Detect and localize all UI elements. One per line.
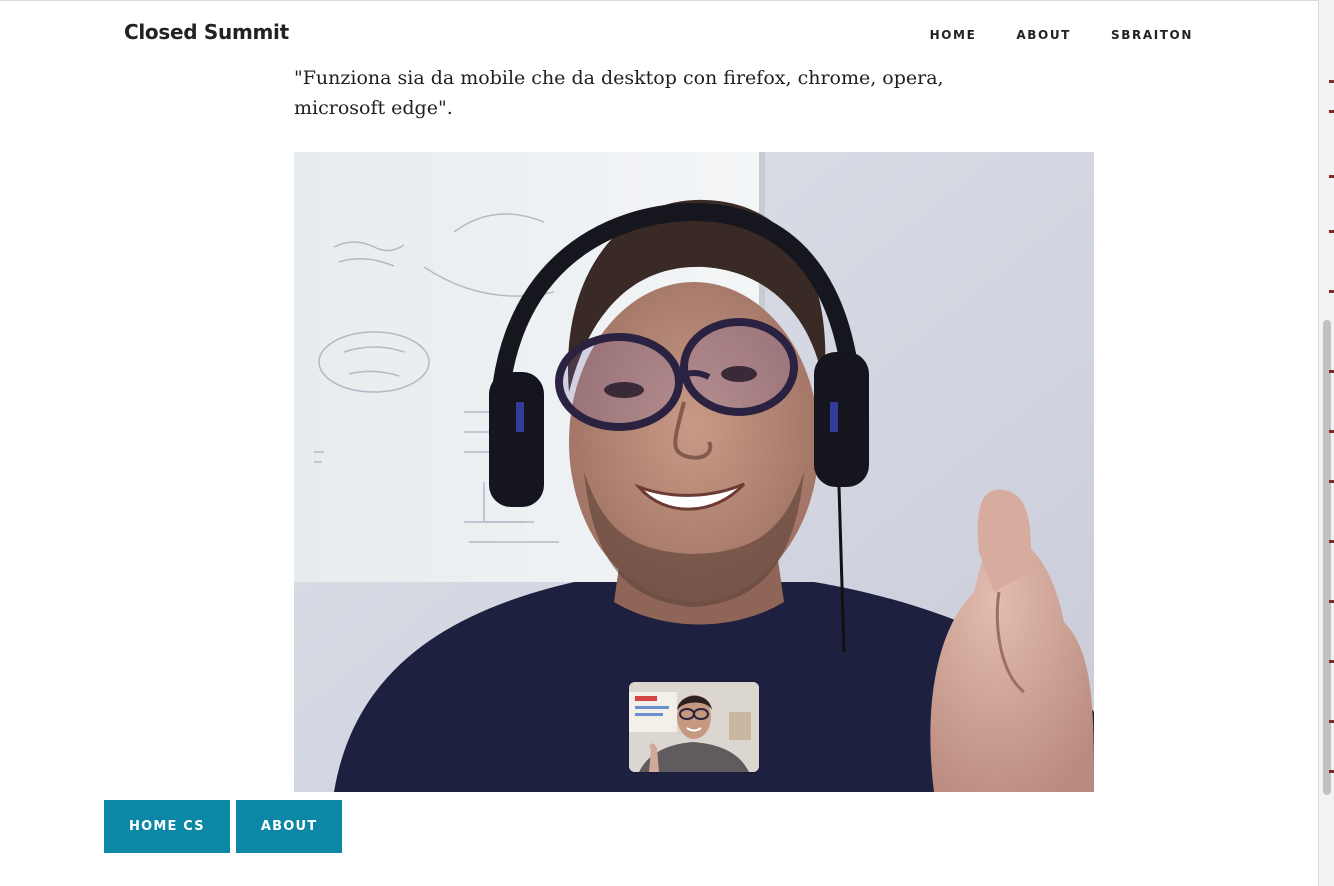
main-nav: HOME ABOUT SBRAITON: [930, 28, 1193, 42]
site-header: Closed Summit HOME ABOUT SBRAITON: [0, 1, 1318, 69]
nav-home-link[interactable]: HOME: [930, 28, 977, 42]
nav-sbraiton-link[interactable]: SBRAITON: [1111, 28, 1193, 42]
home-cs-button[interactable]: HOME CS: [104, 800, 230, 853]
site-title-link[interactable]: Closed Summit: [124, 20, 289, 44]
page: Closed Summit HOME ABOUT SBRAITON "Funzi…: [0, 0, 1318, 886]
about-button[interactable]: ABOUT: [235, 800, 343, 853]
self-view-image: [629, 682, 759, 772]
self-view-thumbnail[interactable]: [629, 682, 759, 772]
video-call-screenshot: [294, 152, 1094, 792]
bottom-button-bar: HOME CS ABOUT: [104, 800, 343, 853]
article-quote: "Funziona sia da mobile che da desktop c…: [294, 67, 944, 119]
side-window-edge: [1329, 0, 1334, 886]
nav-about-link[interactable]: ABOUT: [1016, 28, 1071, 42]
